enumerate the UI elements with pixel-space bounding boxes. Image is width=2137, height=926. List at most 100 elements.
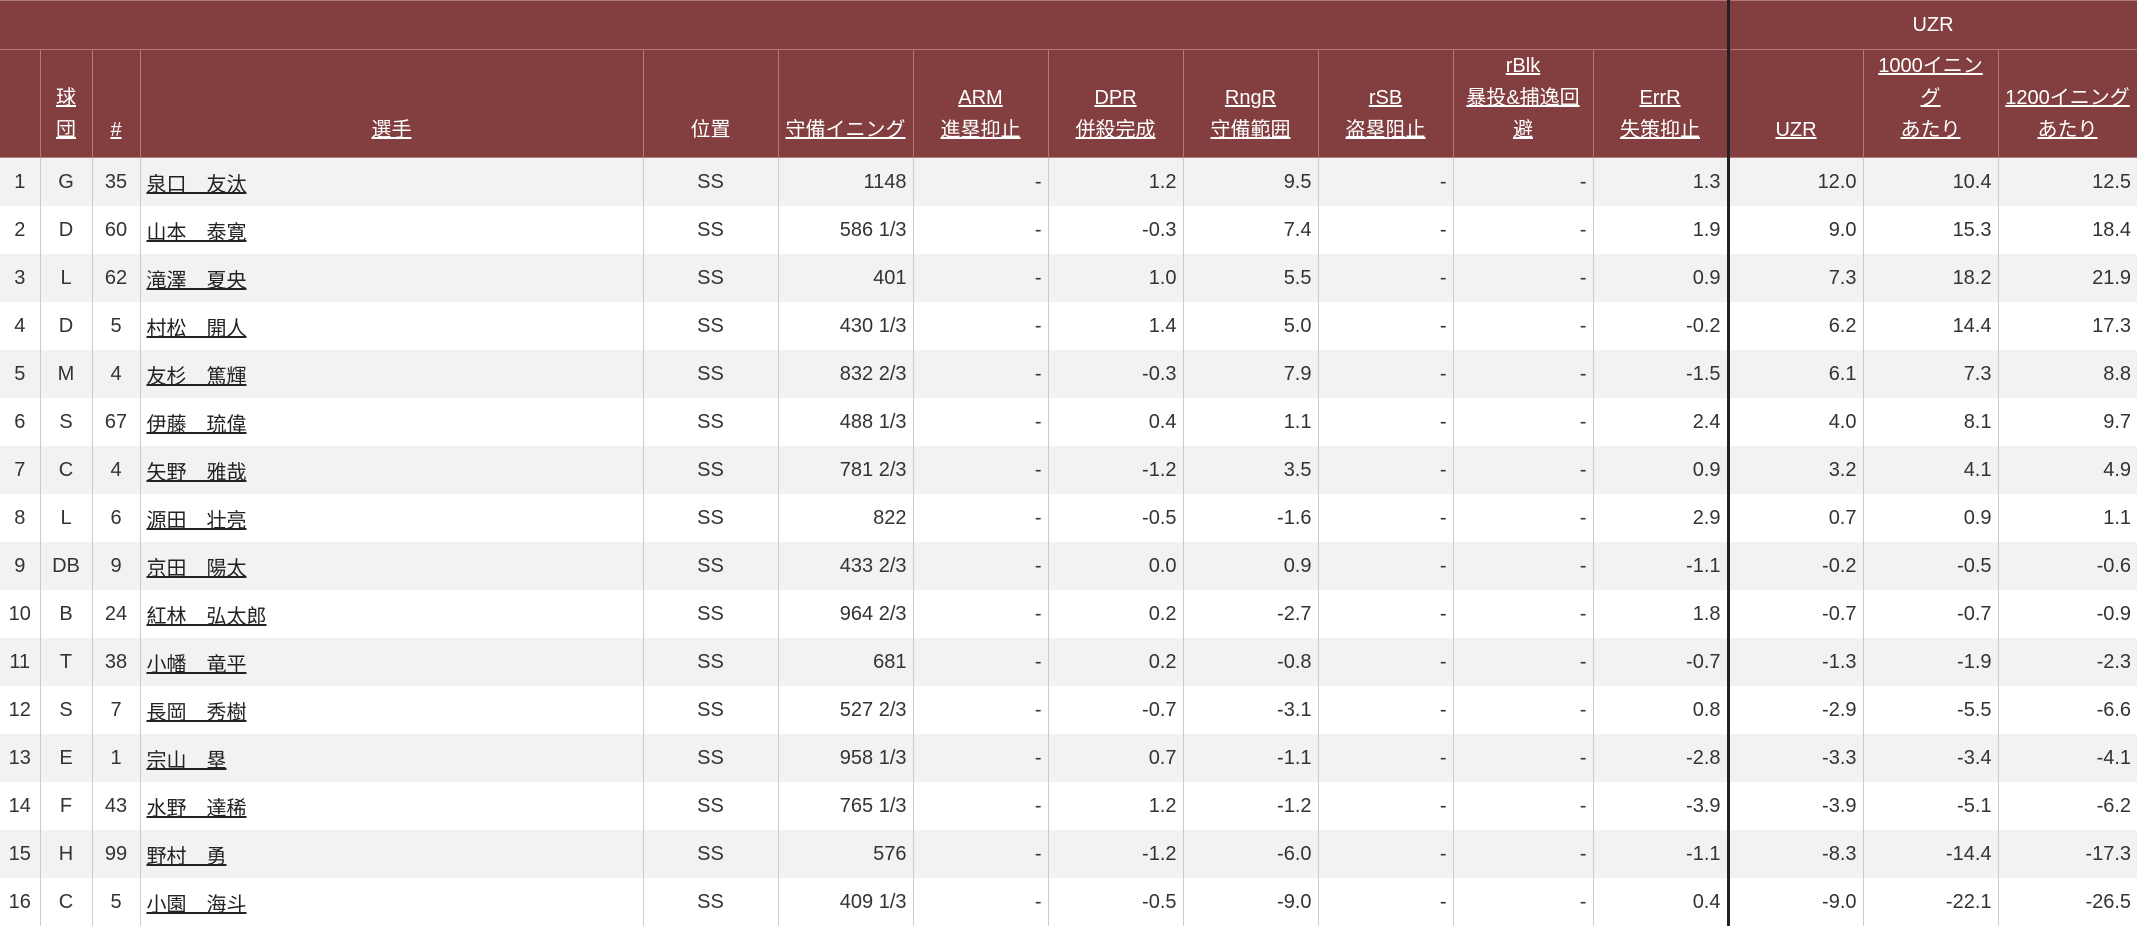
player-link[interactable]: 長岡 秀樹: [147, 702, 247, 724]
per1000-cell: 0.9: [1863, 494, 1998, 542]
player-link[interactable]: 小園 海斗: [147, 894, 247, 916]
dpr-sort-link[interactable]: DPR: [1094, 87, 1136, 109]
rank-header: [0, 50, 40, 158]
player-cell[interactable]: 水野 達稀: [140, 782, 643, 830]
player-cell[interactable]: 矢野 雅哉: [140, 446, 643, 494]
per1200-sub-label[interactable]: あたり: [2038, 119, 2098, 141]
position-cell: SS: [643, 542, 778, 590]
arm-sub-label[interactable]: 進塁抑止: [941, 119, 1021, 141]
errr-cell: 1.8: [1593, 590, 1728, 638]
player-cell[interactable]: 伊藤 琉偉: [140, 398, 643, 446]
table-row: 16C5小園 海斗SS409 1/3--0.5-9.0--0.4-9.0-22.…: [0, 878, 2137, 926]
per1000-sort-link[interactable]: 1000イニング: [1878, 55, 1983, 109]
per1000-cell: -5.5: [1863, 686, 1998, 734]
per1200-sort-link[interactable]: 1200イニング: [2005, 87, 2130, 109]
innings-cell: 781 2/3: [778, 446, 913, 494]
rngr-cell: 5.5: [1183, 254, 1318, 302]
errr-header[interactable]: ErrR 失策抑止: [1593, 50, 1728, 158]
arm-sort-link[interactable]: ARM: [958, 87, 1002, 109]
player-cell[interactable]: 長岡 秀樹: [140, 686, 643, 734]
errr-sort-link[interactable]: ErrR: [1639, 87, 1680, 109]
rank-cell: 7: [0, 446, 40, 494]
rblk-header[interactable]: rBlk 暴投&捕逸回避: [1453, 50, 1593, 158]
arm-header[interactable]: ARM 進塁抑止: [913, 50, 1048, 158]
arm-cell: -: [913, 590, 1048, 638]
uzr-cell: 12.0: [1728, 158, 1863, 207]
dpr-sub-label[interactable]: 併殺完成: [1076, 119, 1156, 141]
uzr-sort-link[interactable]: UZR: [1775, 119, 1816, 141]
arm-cell: -: [913, 542, 1048, 590]
errr-cell: 0.8: [1593, 686, 1728, 734]
errr-cell: -1.1: [1593, 830, 1728, 878]
per1000-header[interactable]: 1000イニングあたり: [1863, 50, 1998, 158]
per1000-cell: 10.4: [1863, 158, 1998, 207]
number-cell: 24: [92, 590, 140, 638]
table-row: 6S67伊藤 琉偉SS488 1/3-0.41.1--2.44.08.19.7: [0, 398, 2137, 446]
position-cell: SS: [643, 782, 778, 830]
rblk-sub-label[interactable]: 暴投&捕逸回避: [1466, 87, 1579, 141]
player-link[interactable]: 宗山 塁: [147, 750, 227, 772]
team-cell: S: [40, 686, 92, 734]
player-cell[interactable]: 小園 海斗: [140, 878, 643, 926]
dpr-header[interactable]: DPR 併殺完成: [1048, 50, 1183, 158]
player-link[interactable]: 泉口 友汰: [147, 174, 247, 196]
table-row: 11T38小幡 竜平SS681-0.2-0.8---0.7-1.3-1.9-2.…: [0, 638, 2137, 686]
player-link[interactable]: 滝澤 夏央: [147, 270, 247, 292]
per1000-sub-label[interactable]: あたり: [1901, 119, 1961, 141]
player-cell[interactable]: 友杉 篤輝: [140, 350, 643, 398]
player-link[interactable]: 紅林 弘太郎: [147, 606, 267, 628]
team-cell: L: [40, 254, 92, 302]
table-body: 1G35泉口 友汰SS1148-1.29.5--1.312.010.412.52…: [0, 158, 2137, 926]
player-header[interactable]: 選手: [140, 50, 643, 158]
player-cell[interactable]: 宗山 塁: [140, 734, 643, 782]
per1200-cell: 8.8: [1998, 350, 2137, 398]
rank-cell: 1: [0, 158, 40, 207]
rngr-header[interactable]: RngR 守備範囲: [1183, 50, 1318, 158]
player-link[interactable]: 友杉 篤輝: [147, 366, 247, 388]
number-header[interactable]: #: [92, 50, 140, 158]
rngr-cell: 7.9: [1183, 350, 1318, 398]
player-link[interactable]: 野村 勇: [147, 846, 227, 868]
player-link[interactable]: 水野 達稀: [147, 798, 247, 820]
errr-cell: 2.9: [1593, 494, 1728, 542]
innings-sort-link[interactable]: 守備イニング: [786, 119, 906, 141]
player-cell[interactable]: 山本 泰寛: [140, 206, 643, 254]
player-link[interactable]: 矢野 雅哉: [147, 462, 247, 484]
position-cell: SS: [643, 686, 778, 734]
player-link[interactable]: 山本 泰寛: [147, 222, 247, 244]
player-cell[interactable]: 野村 勇: [140, 830, 643, 878]
rngr-cell: 9.5: [1183, 158, 1318, 207]
player-link[interactable]: 京田 陽太: [147, 558, 247, 580]
rsb-sort-link[interactable]: rSB: [1369, 87, 1402, 109]
uzr-header[interactable]: UZR: [1728, 50, 1863, 158]
player-cell[interactable]: 京田 陽太: [140, 542, 643, 590]
team-header[interactable]: 球団: [40, 50, 92, 158]
errr-sub-label[interactable]: 失策抑止: [1620, 119, 1700, 141]
player-link[interactable]: 小幡 竜平: [147, 654, 247, 676]
position-cell: SS: [643, 446, 778, 494]
rsb-header[interactable]: rSB 盗塁阻止: [1318, 50, 1453, 158]
position-cell: SS: [643, 590, 778, 638]
number-sort-link[interactable]: #: [110, 119, 121, 141]
rngr-sub-label[interactable]: 守備範囲: [1211, 119, 1291, 141]
rblk-sort-link[interactable]: rBlk: [1506, 55, 1540, 77]
player-cell[interactable]: 紅林 弘太郎: [140, 590, 643, 638]
player-link[interactable]: 村松 開人: [147, 318, 247, 340]
player-sort-link[interactable]: 選手: [372, 119, 412, 141]
innings-cell: 488 1/3: [778, 398, 913, 446]
player-cell[interactable]: 小幡 竜平: [140, 638, 643, 686]
team-sort-link[interactable]: 球団: [56, 87, 76, 141]
rblk-cell: -: [1453, 398, 1593, 446]
player-cell[interactable]: 源田 壮亮: [140, 494, 643, 542]
rngr-sort-link[interactable]: RngR: [1225, 87, 1276, 109]
per1200-header[interactable]: 1200イニングあたり: [1998, 50, 2137, 158]
player-cell[interactable]: 村松 開人: [140, 302, 643, 350]
player-link[interactable]: 伊藤 琉偉: [147, 414, 247, 436]
innings-header[interactable]: 守備イニング: [778, 50, 913, 158]
player-cell[interactable]: 泉口 友汰: [140, 158, 643, 207]
player-link[interactable]: 源田 壮亮: [147, 510, 247, 532]
rsb-sub-label[interactable]: 盗塁阻止: [1346, 119, 1426, 141]
errr-cell: 1.9: [1593, 206, 1728, 254]
rsb-cell: -: [1318, 734, 1453, 782]
player-cell[interactable]: 滝澤 夏央: [140, 254, 643, 302]
